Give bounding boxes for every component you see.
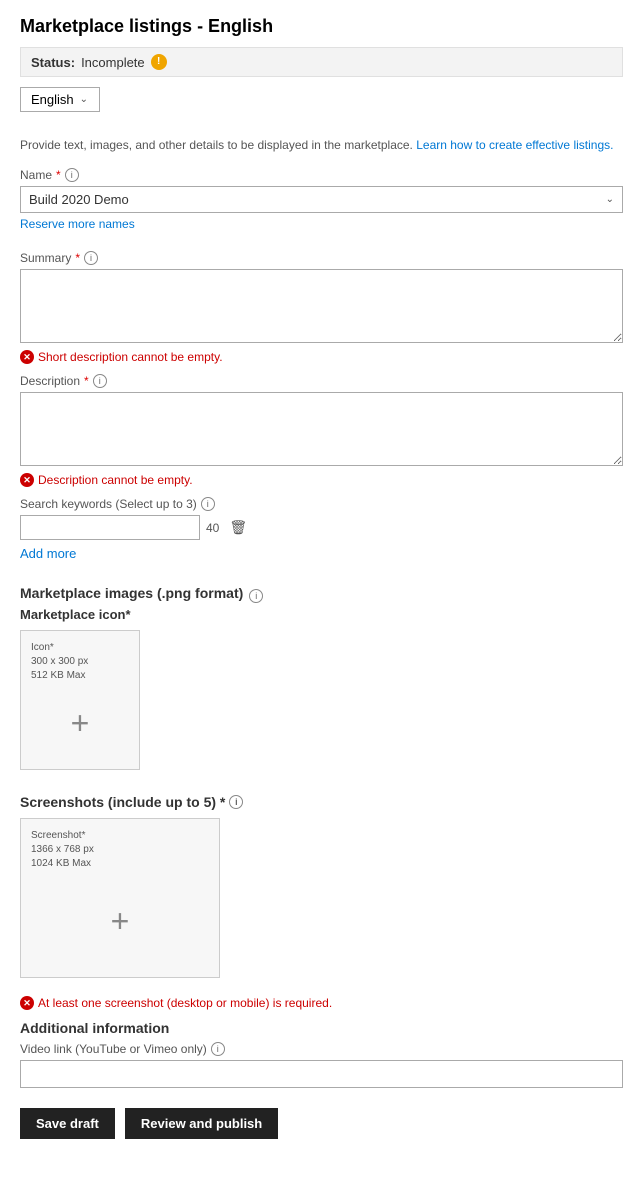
name-dropdown[interactable]: Build 2020 Demo ⌄	[20, 186, 623, 213]
keyword-row: 40 🗑	[20, 515, 623, 540]
screenshot-upload-label: Screenshot* 1366 x 768 px 1024 KB Max	[31, 829, 94, 871]
name-info-icon[interactable]: i	[65, 168, 79, 182]
page-title: Marketplace listings - English	[20, 16, 623, 37]
keywords-info-icon[interactable]: i	[201, 497, 215, 511]
screenshots-section: Screenshots (include up to 5) * i Screen…	[20, 794, 623, 1010]
name-field-section: Name* i Build 2020 Demo ⌄ Reserve more n…	[20, 168, 623, 241]
name-value: Build 2020 Demo	[29, 192, 129, 207]
icon-upload-label: Icon* 300 x 300 px 512 KB Max	[31, 641, 88, 683]
summary-textarea[interactable]	[20, 269, 623, 343]
status-icon: !	[151, 54, 167, 70]
summary-info-icon[interactable]: i	[84, 251, 98, 265]
chevron-down-icon: ⌄	[80, 94, 88, 105]
screenshots-info-icon[interactable]: i	[229, 795, 243, 809]
description-error: ✕ Description cannot be empty.	[20, 473, 623, 487]
icon-upload-box[interactable]: Icon* 300 x 300 px 512 KB Max +	[20, 630, 140, 770]
name-label: Name* i	[20, 168, 623, 182]
language-dropdown[interactable]: English ⌄	[20, 87, 100, 112]
chevron-down-icon: ⌄	[606, 194, 614, 205]
screenshot-error: ✕ At least one screenshot (desktop or mo…	[20, 996, 623, 1010]
trash-icon[interactable]: 🗑	[225, 517, 251, 538]
save-draft-button[interactable]: Save draft	[20, 1108, 115, 1139]
add-more-link[interactable]: Add more	[20, 546, 76, 561]
language-label: English	[31, 92, 74, 107]
keyword-count: 40	[206, 521, 219, 535]
screenshots-heading: Screenshots (include up to 5) * i	[20, 794, 623, 810]
additional-heading: Additional information	[20, 1020, 623, 1036]
video-label: Video link (YouTube or Vimeo only) i	[20, 1042, 623, 1056]
review-publish-button[interactable]: Review and publish	[125, 1108, 278, 1139]
info-link[interactable]: Learn how to create effective listings.	[416, 138, 613, 152]
video-info-icon[interactable]: i	[211, 1042, 225, 1056]
additional-section: Additional information Video link (YouTu…	[20, 1020, 623, 1088]
description-info-icon[interactable]: i	[93, 374, 107, 388]
error-icon: ✕	[20, 473, 34, 487]
summary-error: ✕ Short description cannot be empty.	[20, 350, 623, 364]
description-textarea[interactable]	[20, 392, 623, 466]
bottom-buttons: Save draft Review and publish	[20, 1108, 623, 1139]
description-field-section: Description* i ✕ Description cannot be e…	[20, 374, 623, 487]
status-bar: Status: Incomplete !	[20, 47, 623, 77]
screenshot-upload-box[interactable]: Screenshot* 1366 x 768 px 1024 KB Max +	[20, 818, 220, 978]
plus-icon: +	[31, 687, 129, 759]
video-input[interactable]	[20, 1060, 623, 1088]
icon-heading: Marketplace icon*	[20, 607, 623, 622]
keyword-input[interactable]	[20, 515, 200, 540]
summary-label: Summary* i	[20, 251, 623, 265]
status-label: Status:	[31, 55, 75, 70]
images-heading: Marketplace images (.png format)	[20, 585, 243, 601]
info-paragraph: Provide text, images, and other details …	[20, 136, 623, 154]
status-value: Incomplete	[81, 55, 145, 70]
keywords-field-section: Search keywords (Select up to 3) i 40 🗑 …	[20, 497, 623, 575]
images-info-icon[interactable]: i	[249, 589, 263, 603]
images-section: Marketplace images (.png format) i Marke…	[20, 585, 623, 784]
keywords-label: Search keywords (Select up to 3) i	[20, 497, 623, 511]
description-label: Description* i	[20, 374, 623, 388]
error-icon: ✕	[20, 350, 34, 364]
error-icon: ✕	[20, 996, 34, 1010]
plus-icon: +	[31, 875, 209, 967]
marketplace-icon-subsection: Marketplace icon* Icon* 300 x 300 px 512…	[20, 607, 623, 784]
reserve-names-link[interactable]: Reserve more names	[20, 217, 135, 231]
summary-field-section: Summary* i ✕ Short description cannot be…	[20, 251, 623, 364]
